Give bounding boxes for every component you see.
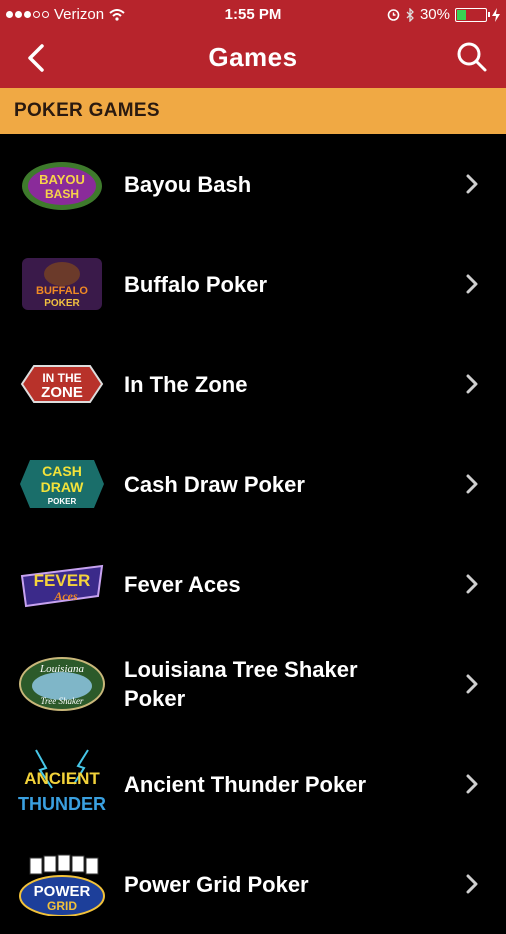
chevron-right-icon — [466, 274, 478, 294]
logo-text: BUFFALO — [36, 285, 88, 297]
logo-text: CASH — [42, 463, 82, 479]
logo-text: FEVER — [34, 571, 91, 590]
chevron-right-icon — [466, 674, 478, 694]
game-item-buffalo-poker[interactable]: BUFFALO POKER Buffalo Poker — [0, 234, 506, 334]
logo-text: THUNDER — [18, 794, 106, 814]
bluetooth-icon — [406, 7, 414, 22]
game-title: Buffalo Poker — [124, 271, 268, 297]
game-logo-power-grid: POWER GRID — [14, 848, 110, 920]
game-title: Bayou Bash — [124, 171, 252, 197]
page-title: Games — [208, 42, 298, 72]
game-logo-buffalo-poker: BUFFALO POKER — [14, 248, 110, 320]
game-title: Fever Aces — [124, 571, 241, 597]
logo-text: DRAW — [41, 479, 85, 495]
game-logo-fever-aces: FEVER Aces — [14, 548, 110, 620]
game-title: Cash Draw Poker — [124, 471, 305, 497]
chevron-right-icon — [466, 474, 478, 494]
logo-text: POWER — [34, 883, 91, 900]
logo-text: Louisiana — [39, 663, 85, 675]
chevron-right-icon — [466, 574, 478, 594]
chevron-right-icon — [466, 874, 478, 894]
logo-text: POKER — [44, 298, 80, 309]
game-item-ancient-thunder-poker[interactable]: ANCIENT THUNDER Ancient Thunder Poker — [0, 734, 506, 834]
section-header-poker-games: POKER GAMES — [0, 88, 506, 134]
game-item-cash-draw-poker[interactable]: CASH DRAW POKER Cash Draw Poker — [0, 434, 506, 534]
game-logo-cash-draw-poker: CASH DRAW POKER — [14, 448, 110, 520]
top-bar: Verizon 1:55 PM 30% Games — [0, 0, 506, 88]
game-title: Power Grid Poker — [124, 871, 309, 897]
game-item-in-the-zone[interactable]: IN THE ZONE In The Zone — [0, 334, 506, 434]
chevron-right-icon — [466, 774, 478, 794]
game-title: In The Zone — [124, 371, 248, 397]
game-item-bayou-bash[interactable]: BAYOU BASH Bayou Bash — [0, 134, 506, 234]
logo-text: Aces — [53, 589, 78, 603]
game-logo-louisiana-tree-shaker: Louisiana Tree Shaker — [14, 648, 110, 720]
game-item-fever-aces[interactable]: FEVER Aces Fever Aces — [0, 534, 506, 634]
chevron-right-icon — [466, 374, 478, 394]
nav-bar: Games — [0, 28, 506, 88]
game-item-power-grid-poker[interactable]: POWER GRID Power Grid Poker — [0, 834, 506, 934]
logo-text: POKER — [48, 497, 77, 506]
game-item-louisiana-tree-shaker-poker[interactable]: Louisiana Tree Shaker Louisiana Tree Sha… — [0, 634, 506, 734]
game-logo-bayou-bash: BAYOU BASH — [14, 148, 110, 220]
game-logo-ancient-thunder: ANCIENT THUNDER — [14, 748, 110, 820]
battery-icon — [455, 7, 490, 22]
logo-text: ANCIENT — [24, 769, 100, 788]
game-title: Ancient Thunder Poker — [124, 771, 367, 797]
charging-icon — [492, 7, 500, 22]
chevron-right-icon — [466, 174, 478, 194]
logo-text: Tree Shaker — [41, 696, 84, 706]
status-bar: Verizon 1:55 PM 30% — [0, 0, 506, 28]
logo-text: ZONE — [41, 384, 83, 401]
battery-percent: 30% — [419, 6, 450, 23]
logo-text: BAYOU — [39, 172, 85, 187]
game-title: Louisiana Tree Shaker Poker — [124, 657, 358, 711]
alarm-icon — [387, 9, 400, 21]
logo-text: IN THE — [42, 371, 81, 385]
logo-text: BASH — [45, 187, 79, 201]
logo-text: GRID — [47, 899, 77, 913]
search-button[interactable] — [454, 38, 490, 76]
games-list: BAYOU BASH Bayou Bash BUFFALO POKER Buff… — [0, 134, 506, 934]
search-icon — [457, 42, 487, 72]
game-logo-in-the-zone: IN THE ZONE — [14, 348, 110, 420]
